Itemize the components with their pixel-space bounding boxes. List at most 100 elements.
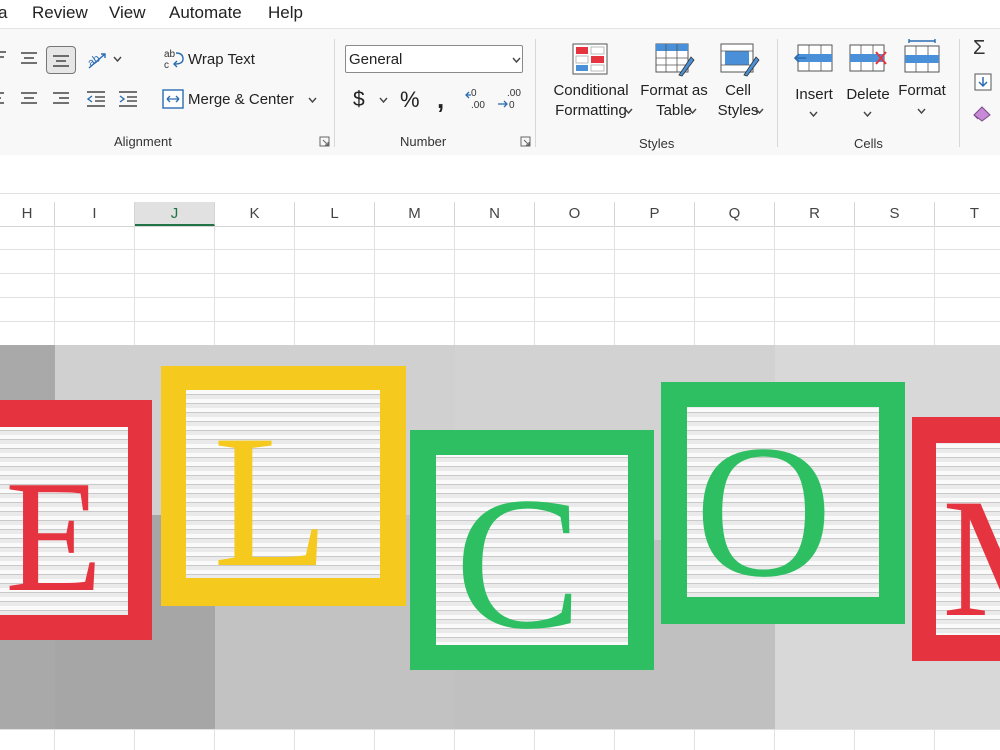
chevron-down-icon	[512, 57, 521, 63]
format-as-table-label: Format as Table	[638, 81, 710, 121]
menu-help[interactable]: Help	[268, 3, 303, 23]
number-format-value: General	[349, 51, 403, 68]
svg-text:M: M	[942, 464, 1000, 652]
autosum-icon[interactable]: Σ	[973, 37, 985, 60]
column-header-k[interactable]: K	[215, 202, 295, 226]
increase-indent-icon[interactable]	[118, 90, 138, 108]
block-m: M	[912, 417, 1000, 661]
orientation-icon[interactable]: ab	[85, 49, 109, 71]
format-as-table-label-line1: Format as	[640, 82, 708, 99]
menu-data[interactable]: a	[0, 3, 7, 23]
format-as-table-icon	[655, 43, 695, 77]
menu-review[interactable]: Review	[32, 3, 88, 23]
svg-text:ab: ab	[86, 52, 103, 69]
increase-decimal-icon[interactable]: 0 .00	[465, 87, 491, 111]
column-header-s[interactable]: S	[855, 202, 935, 226]
column-header-h[interactable]: H	[0, 202, 55, 226]
block-e: E	[0, 400, 152, 640]
menu-bar: a Review View Automate Help	[0, 0, 1000, 28]
block-c: C	[410, 430, 654, 670]
percent-icon[interactable]: %	[400, 87, 420, 113]
delete-label: Delete	[846, 86, 890, 103]
column-header-m[interactable]: M	[375, 202, 455, 226]
conditional-formatting-label-line1: Conditional	[553, 82, 629, 99]
wrap-text-label: Wrap Text	[188, 51, 255, 68]
chevron-down-icon[interactable]	[113, 56, 122, 62]
align-center-icon[interactable]	[20, 91, 38, 107]
format-label: Format	[898, 82, 946, 99]
chevron-down-icon[interactable]	[379, 97, 388, 103]
fill-icon[interactable]	[974, 73, 992, 91]
column-header-p[interactable]: P	[615, 202, 695, 226]
dialog-launcher-icon[interactable]	[319, 136, 330, 147]
wrap-text-icon: ab c	[164, 49, 184, 70]
group-divider	[535, 39, 536, 147]
currency-icon[interactable]: $	[353, 88, 365, 112]
column-header-o[interactable]: O	[535, 202, 615, 226]
column-header-i[interactable]: I	[55, 202, 135, 226]
cell-styles-label: Cell Styles	[708, 81, 768, 121]
clear-icon[interactable]	[972, 104, 992, 122]
styles-group-label: Styles	[639, 136, 675, 151]
column-header-row: H I J K L M N O P Q R S T	[0, 202, 1000, 227]
align-top-icon[interactable]	[0, 49, 10, 65]
chevron-down-icon	[688, 108, 697, 114]
block-o: O	[661, 382, 905, 624]
insert-label: Insert	[795, 86, 833, 103]
comma-style-icon[interactable]: ,	[437, 84, 444, 115]
format-cells-icon	[904, 39, 940, 73]
cell-styles-label-line2: Styles	[717, 102, 759, 119]
column-header-j[interactable]: J	[135, 202, 215, 226]
merge-center-label: Merge & Center	[188, 91, 294, 108]
chevron-down-icon	[755, 108, 764, 114]
alignment-group-label: Alignment	[114, 134, 172, 149]
menu-view[interactable]: View	[109, 3, 146, 23]
svg-text:0: 0	[471, 88, 477, 99]
welcome-blocks-image[interactable]: E L C O M	[0, 345, 1000, 729]
svg-text:ab: ab	[164, 49, 176, 60]
svg-text:c: c	[164, 60, 169, 70]
formula-bar[interactable]	[0, 155, 1000, 194]
svg-text:O: O	[695, 407, 832, 617]
column-header-l[interactable]: L	[295, 202, 375, 226]
align-left-icon[interactable]	[0, 91, 8, 105]
column-header-t[interactable]: T	[935, 202, 1000, 226]
ribbon: ab ab c Wrap Text Merge & Center Alignme…	[0, 28, 1000, 156]
dialog-launcher-icon[interactable]	[520, 136, 531, 147]
chevron-down-icon	[624, 108, 633, 114]
conditional-formatting-label-line2: Formatting	[555, 102, 627, 119]
svg-text:C: C	[455, 459, 582, 669]
conditional-formatting-icon	[572, 43, 608, 75]
svg-text:E: E	[5, 447, 103, 625]
align-bottom-icon	[53, 55, 69, 67]
cell-styles-icon	[720, 43, 760, 77]
align-middle-icon[interactable]	[20, 51, 38, 65]
number-format-select[interactable]: General	[345, 45, 523, 73]
cells-group-label: Cells	[854, 136, 883, 151]
cell-styles-label-line1: Cell	[725, 82, 751, 99]
block-l: L	[161, 366, 406, 607]
column-header-q[interactable]: Q	[695, 202, 775, 226]
conditional-formatting-label: Conditional Formatting	[547, 81, 635, 121]
align-bottom-button[interactable]	[46, 46, 76, 74]
chevron-down-icon	[863, 111, 872, 117]
svg-text:.00: .00	[507, 88, 521, 99]
column-header-r[interactable]: R	[775, 202, 855, 226]
column-header-n[interactable]: N	[455, 202, 535, 226]
chevron-down-icon	[917, 108, 926, 114]
chevron-down-icon	[809, 111, 818, 117]
menu-automate[interactable]: Automate	[169, 3, 242, 23]
group-divider	[959, 39, 960, 147]
format-as-table-label-line2: Table	[656, 102, 692, 119]
group-divider	[777, 39, 778, 147]
group-divider	[334, 39, 335, 147]
chevron-down-icon[interactable]	[308, 97, 317, 103]
delete-cells-icon	[849, 44, 887, 72]
align-right-icon[interactable]	[52, 91, 70, 107]
decrease-indent-icon[interactable]	[86, 90, 106, 108]
insert-cells-icon	[794, 44, 833, 72]
merge-center-icon	[162, 89, 184, 109]
number-group-label: Number	[400, 134, 447, 149]
svg-text:0: 0	[509, 100, 515, 111]
decrease-decimal-icon[interactable]: .00 0	[497, 87, 523, 111]
